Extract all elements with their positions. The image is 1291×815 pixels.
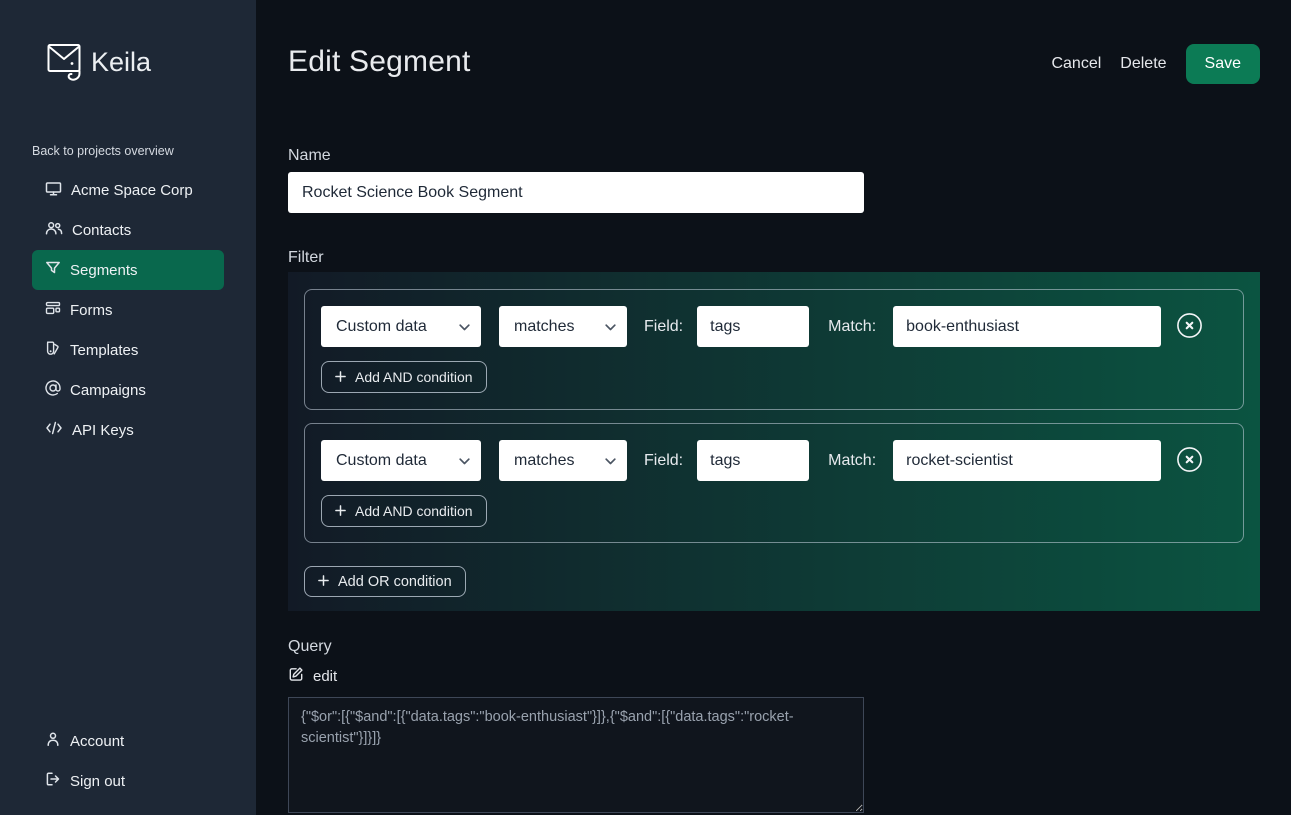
- chevron-down-icon: [459, 452, 470, 470]
- sidebar-item-label: Forms: [70, 302, 113, 319]
- chevron-down-icon: [605, 318, 616, 336]
- or-group-card: Custom data matches Field: Match:: [304, 423, 1244, 543]
- field-label: Field:: [644, 452, 683, 470]
- delete-button[interactable]: Delete: [1120, 55, 1166, 73]
- filter-builder-panel: Custom data matches Field: Match:: [288, 272, 1260, 611]
- select-value: Custom data: [336, 452, 427, 470]
- app-logo[interactable]: Keila: [46, 40, 151, 87]
- at-symbol-icon: [45, 380, 61, 400]
- condition-match-input[interactable]: [893, 440, 1161, 481]
- users-icon: [45, 220, 63, 240]
- chevron-down-icon: [459, 318, 470, 336]
- chevron-down-icon: [605, 452, 616, 470]
- remove-condition-button[interactable]: [1175, 447, 1203, 475]
- x-circle-icon: [1176, 312, 1203, 342]
- sign-out-icon: [45, 771, 61, 791]
- sidebar-item-campaigns[interactable]: Campaigns: [32, 370, 224, 410]
- sidebar-item-label: Sign out: [70, 773, 125, 790]
- condition-operator-select[interactable]: matches: [499, 306, 627, 347]
- sidebar-item-label: Contacts: [72, 222, 131, 239]
- field-label: Field:: [644, 318, 683, 336]
- sidebar-item-label: Account: [70, 733, 124, 750]
- condition-type-select[interactable]: Custom data: [321, 306, 481, 347]
- sidebar-item-account[interactable]: Account: [32, 721, 224, 761]
- condition-row: Custom data matches Field: Match:: [321, 306, 1227, 347]
- plus-icon: [335, 503, 346, 519]
- match-label: Match:: [828, 318, 876, 336]
- sidebar-footer-nav: Account Sign out: [32, 721, 224, 801]
- add-and-condition-button[interactable]: Add AND condition: [321, 495, 487, 527]
- condition-type-select[interactable]: Custom data: [321, 440, 481, 481]
- app-name: Keila: [91, 40, 151, 84]
- add-or-label: Add OR condition: [338, 574, 452, 590]
- sidebar-item-project[interactable]: Acme Space Corp: [32, 170, 224, 210]
- condition-row: Custom data matches Field: Match:: [321, 440, 1227, 481]
- x-circle-icon: [1176, 446, 1203, 476]
- sidebar-item-sign-out[interactable]: Sign out: [32, 761, 224, 801]
- header-actions: Cancel Delete Save: [1000, 44, 1260, 84]
- sidebar-item-templates[interactable]: Templates: [32, 330, 224, 370]
- sidebar-nav: Acme Space Corp Contacts Segments: [32, 170, 224, 450]
- add-and-condition-button[interactable]: Add AND condition: [321, 361, 487, 393]
- back-to-projects-link[interactable]: Back to projects overview: [32, 144, 174, 158]
- name-label: Name: [288, 147, 331, 165]
- funnel-icon: [45, 260, 61, 280]
- monitor-icon: [45, 180, 62, 201]
- plus-icon: [318, 574, 329, 590]
- sidebar-item-label: API Keys: [72, 422, 134, 439]
- sidebar-item-label: Segments: [70, 262, 138, 279]
- select-value: Custom data: [336, 318, 427, 336]
- save-button[interactable]: Save: [1186, 44, 1260, 84]
- add-or-condition-button[interactable]: Add OR condition: [304, 566, 466, 597]
- condition-field-input[interactable]: [697, 306, 809, 347]
- query-label: Query: [288, 638, 332, 656]
- swatch-icon: [45, 340, 61, 360]
- plus-icon: [335, 369, 346, 385]
- page-title: Edit Segment: [288, 45, 471, 79]
- select-value: matches: [514, 318, 574, 336]
- sidebar-item-label: Campaigns: [70, 382, 146, 399]
- segment-name-input[interactable]: [288, 172, 864, 213]
- sidebar-item-segments[interactable]: Segments: [32, 250, 224, 290]
- code-brackets-icon: [45, 421, 63, 439]
- sidebar-item-api-keys[interactable]: API Keys: [32, 410, 224, 450]
- select-value: matches: [514, 452, 574, 470]
- sidebar-item-forms[interactable]: Forms: [32, 290, 224, 330]
- condition-field-input[interactable]: [697, 440, 809, 481]
- cancel-button[interactable]: Cancel: [1051, 55, 1101, 73]
- edit-query-button[interactable]: edit: [288, 666, 337, 686]
- layout-icon: [45, 300, 61, 320]
- add-and-label: Add AND condition: [355, 503, 473, 519]
- condition-operator-select[interactable]: matches: [499, 440, 627, 481]
- keila-envelope-logo-icon: [46, 40, 84, 87]
- sidebar-item-label: Acme Space Corp: [71, 182, 193, 199]
- user-icon: [45, 731, 61, 751]
- sidebar-item-contacts[interactable]: Contacts: [32, 210, 224, 250]
- pencil-square-icon: [288, 666, 304, 686]
- add-and-label: Add AND condition: [355, 369, 473, 385]
- filter-label: Filter: [288, 249, 324, 267]
- sidebar: Keila Back to projects overview Acme Spa…: [0, 0, 256, 815]
- edit-segment-page: Keila Back to projects overview Acme Spa…: [0, 0, 1291, 815]
- or-group-card: Custom data matches Field: Match:: [304, 289, 1244, 410]
- edit-label: edit: [313, 668, 337, 685]
- match-label: Match:: [828, 452, 876, 470]
- remove-condition-button[interactable]: [1175, 313, 1203, 341]
- query-json-textarea[interactable]: {"$or":[{"$and":[{"data.tags":"book-enth…: [288, 697, 864, 813]
- condition-match-input[interactable]: [893, 306, 1161, 347]
- sidebar-item-label: Templates: [70, 342, 138, 359]
